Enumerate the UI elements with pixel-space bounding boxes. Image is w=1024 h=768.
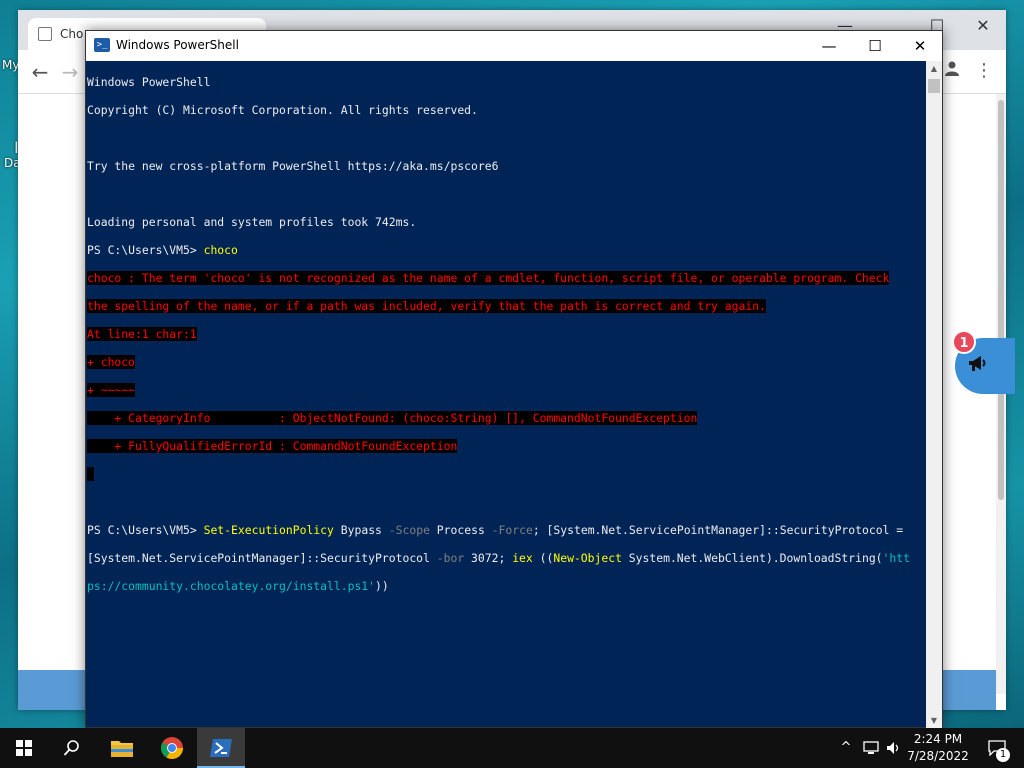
console-error-line: + ~~~~~ [87,383,927,397]
system-clock[interactable]: 2:24 PM 7/28/2022 [900,731,976,765]
scroll-down-button[interactable]: ▼ [926,713,942,729]
token: ; [System.Net.ServicePointManager]::Secu… [532,523,904,537]
clock-date: 7/28/2022 [907,749,969,763]
powershell-taskbar-button[interactable] [197,728,245,768]
clock-time: 2:24 PM [913,732,963,746]
string: ps://community.chocolatey.org/install.ps… [87,579,376,593]
windows-logo-icon [16,740,32,756]
chrome-icon [160,737,184,765]
scrollbar-thumb[interactable] [928,79,940,93]
cmdlet: New-Object [553,551,622,565]
console-error-line: At line:1 char:1 [87,327,927,341]
console-error-line [87,467,927,481]
powershell-icon: >_ [94,38,110,52]
token: 3072; [464,551,513,565]
file-explorer-button[interactable] [98,728,146,768]
error-text: + FullyQualifiedErrorId : CommandNotFoun… [87,439,458,453]
chrome-tab-title: Cho [60,27,84,41]
start-button[interactable] [0,728,48,768]
tray-overflow-button[interactable]: ^ [836,728,856,768]
console-error-line: choco : The term 'choco' is not recogniz… [87,271,927,285]
cmdlet: iex [512,551,533,565]
error-text: the spelling of the name, or if a path w… [87,299,766,313]
megaphone-icon [967,354,987,378]
favicon-icon [38,27,52,41]
console-line: ps://community.chocolatey.org/install.ps… [87,579,927,593]
parameter: -bor [436,551,465,565]
folder-icon [110,741,134,763]
command: choco [203,243,238,257]
console-line: [System.Net.ServicePointManager]::Securi… [87,551,927,565]
console-error-line: + FullyQualifiedErrorId : CommandNotFoun… [87,439,927,453]
chrome-scrollbar[interactable] [996,94,1006,694]
console-line: Loading personal and system profiles too… [87,215,417,229]
taskbar: ^ 2:24 PM 7/28/2022 1 [0,728,1024,768]
search-button[interactable] [48,728,96,768]
window-title: Windows PowerShell [116,38,239,52]
error-text: + choco [87,355,136,369]
console-error-line: + CategoryInfo : ObjectNotFound: (choco:… [87,411,927,425]
console-error-line: + choco [87,355,927,369]
error-text: + ~~~~~ [87,383,136,397]
console-line: Windows PowerShell [87,75,211,89]
token: [System.Net.ServicePointManager]::Securi… [87,551,437,565]
error-text: choco : The term 'choco' is not recogniz… [87,271,890,285]
forward-button[interactable]: → [56,60,84,84]
action-center-button[interactable] [982,728,1012,768]
error-text [87,467,94,481]
powershell-window: >_ Windows PowerShell — ☐ ✕ Windows Powe… [85,30,943,729]
console-scrollbar[interactable]: ▲ ▼ [926,61,942,729]
maximize-button[interactable]: ☐ [852,31,898,61]
token: )) [375,579,389,593]
chrome-scrollbar-thumb[interactable] [998,100,1004,500]
parameter: -Scope [388,523,430,537]
announcement-badge: 1 [952,330,976,354]
chrome-menu-button[interactable]: ⋮ [970,60,998,81]
string: 'htt [882,551,910,565]
search-icon [63,740,81,762]
chrome-close-button[interactable]: ✕ [968,16,998,35]
token: Bypass [333,523,389,537]
minimize-button[interactable]: — [806,31,852,61]
console-line: Try the new cross-platform PowerShell ht… [87,159,499,173]
console-error-line: the spelling of the name, or if a path w… [87,299,927,313]
scroll-up-button[interactable]: ▲ [926,61,942,77]
powershell-icon [209,739,233,763]
network-icon[interactable] [860,728,882,768]
console-line: PS C:\Users\VM5> Set-ExecutionPolicy Byp… [87,523,927,537]
token: Process [429,523,492,537]
notification-count-badge: 1 [996,748,1010,762]
console-line: PS C:\Users\VM5> choco [87,243,927,257]
desktop-icon-label[interactable]: My [2,58,19,72]
token: System.Net.WebClient).DownloadString( [621,551,883,565]
powershell-titlebar[interactable]: >_ Windows PowerShell — ☐ ✕ [86,31,942,61]
prompt: PS C:\Users\VM5> [87,523,204,537]
error-text: At line:1 char:1 [87,327,197,341]
back-button[interactable]: ← [26,60,54,84]
console-line: Copyright (C) Microsoft Corporation. All… [87,103,478,117]
close-button[interactable]: ✕ [897,31,943,61]
cmdlet: Set-ExecutionPolicy [203,523,334,537]
console-output[interactable]: Windows PowerShell Copyright (C) Microso… [86,61,927,729]
token: (( [532,551,554,565]
chrome-taskbar-button[interactable] [148,728,196,768]
error-text: + CategoryInfo : ObjectNotFound: (choco:… [87,411,698,425]
prompt: PS C:\Users\VM5> [87,243,204,257]
parameter: -Force [491,523,533,537]
